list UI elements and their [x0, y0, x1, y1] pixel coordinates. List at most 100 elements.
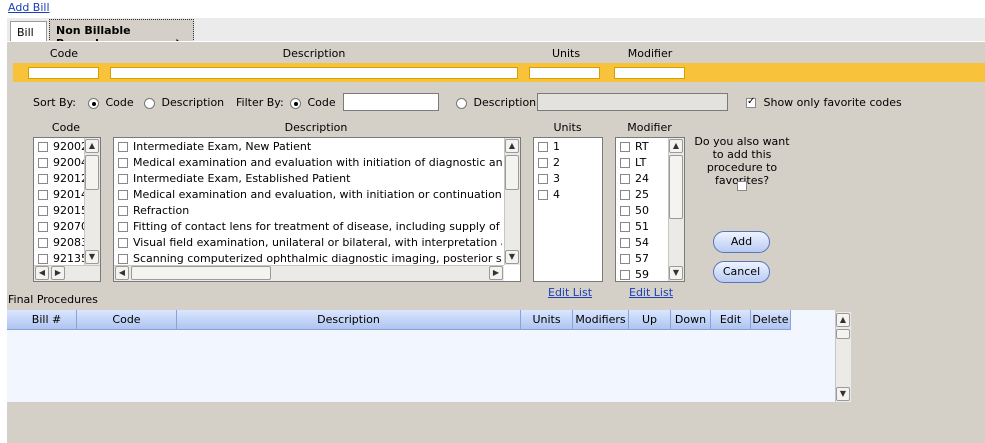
filter-description-radio[interactable]	[456, 97, 467, 109]
list-item[interactable]: 2	[534, 155, 602, 171]
scroll-thumb[interactable]	[669, 155, 683, 219]
units-listbox[interactable]: 1 2 3 4	[533, 137, 603, 282]
code-horizontal-scrollbar[interactable]: ◀ ▶	[34, 265, 100, 281]
filter-description-input[interactable]	[537, 93, 728, 111]
filter-code-radio[interactable]	[290, 97, 301, 109]
item-checkbox[interactable]	[620, 254, 630, 264]
item-checkbox[interactable]	[620, 222, 630, 232]
item-checkbox[interactable]	[118, 238, 128, 248]
sort-description-option[interactable]: Description	[144, 96, 224, 109]
filter-code-input[interactable]	[343, 93, 439, 111]
item-checkbox[interactable]	[620, 270, 630, 280]
favorite-only-option[interactable]: Show only favorite codes	[746, 96, 902, 109]
units-entry-field[interactable]	[529, 67, 600, 79]
filter-description-option[interactable]: Description	[456, 96, 536, 109]
scroll-down-icon[interactable]: ▼	[669, 266, 683, 280]
list-item[interactable]: Visual field examination, unilateral or …	[114, 235, 502, 251]
modifier-listbox[interactable]: RT LT 24 25 50 51 54 57 59 ▲ ▼	[615, 137, 685, 282]
list-item[interactable]: Refraction	[114, 203, 502, 219]
column-modifiers[interactable]: Modifiers	[573, 310, 629, 330]
scroll-thumb[interactable]	[505, 155, 519, 190]
item-checkbox[interactable]	[538, 174, 548, 184]
list-item[interactable]: 4	[534, 187, 602, 203]
list-item[interactable]: Medical examination and evaluation with …	[114, 155, 502, 171]
item-checkbox[interactable]	[38, 158, 48, 168]
column-edit[interactable]: Edit	[711, 310, 751, 330]
sort-description-radio[interactable]	[144, 97, 155, 109]
scroll-up-icon[interactable]: ▲	[836, 313, 850, 327]
item-checkbox[interactable]	[538, 158, 548, 168]
add-to-favorites-checkbox[interactable]	[737, 181, 747, 191]
scroll-right-icon[interactable]: ▶	[51, 266, 65, 280]
add-button[interactable]: Add	[713, 231, 770, 253]
scroll-down-icon[interactable]: ▼	[85, 250, 99, 264]
column-code[interactable]: Code	[77, 310, 177, 330]
column-down[interactable]: Down	[671, 310, 711, 330]
column-bill-number[interactable]: Bill #	[17, 310, 77, 330]
item-checkbox[interactable]	[118, 158, 128, 168]
item-checkbox[interactable]	[118, 190, 128, 200]
description-entry-field[interactable]	[110, 67, 518, 79]
final-procedures-grid[interactable]: Bill # Code Description Units Modifiers …	[7, 310, 851, 402]
item-checkbox[interactable]	[620, 190, 630, 200]
item-checkbox[interactable]	[538, 190, 548, 200]
list-item[interactable]: 3	[534, 171, 602, 187]
scroll-right-icon[interactable]: ▶	[489, 266, 503, 280]
item-checkbox[interactable]	[620, 174, 630, 184]
description-listbox[interactable]: Intermediate Exam, New Patient Medical e…	[113, 137, 521, 282]
column-units[interactable]: Units	[521, 310, 573, 330]
scroll-up-icon[interactable]: ▲	[85, 139, 99, 153]
code-vertical-scrollbar[interactable]: ▲ ▼	[84, 138, 100, 265]
scroll-left-icon[interactable]: ◀	[35, 266, 49, 280]
item-checkbox[interactable]	[38, 142, 48, 152]
item-checkbox[interactable]	[620, 238, 630, 248]
item-checkbox[interactable]	[118, 142, 128, 152]
scroll-down-icon[interactable]: ▼	[505, 250, 519, 264]
add-bill-link[interactable]: Add Bill	[8, 1, 50, 14]
scroll-left-icon[interactable]: ◀	[115, 266, 129, 280]
favorite-only-checkbox[interactable]	[746, 96, 756, 108]
tab-bill-1[interactable]: Bill 1	[10, 21, 47, 52]
filter-code-option[interactable]: Code	[290, 96, 336, 109]
list-item[interactable]: Intermediate Exam, Established Patient	[114, 171, 502, 187]
sort-code-radio[interactable]	[88, 97, 99, 109]
item-checkbox[interactable]	[620, 206, 630, 216]
description-vertical-scrollbar[interactable]: ▲ ▼	[504, 138, 520, 265]
item-checkbox[interactable]	[38, 254, 48, 264]
column-up[interactable]: Up	[629, 310, 671, 330]
scroll-thumb[interactable]	[836, 329, 850, 339]
tab-non-billable-procedures[interactable]: Non Billable Procedures	[49, 19, 194, 50]
description-horizontal-scrollbar[interactable]: ◀ ▶	[114, 265, 504, 281]
item-checkbox[interactable]	[118, 222, 128, 232]
modifier-vertical-scrollbar[interactable]: ▲ ▼	[668, 138, 684, 281]
item-checkbox[interactable]	[538, 142, 548, 152]
item-checkbox[interactable]	[38, 174, 48, 184]
item-checkbox[interactable]	[118, 174, 128, 184]
column-description[interactable]: Description	[177, 310, 521, 330]
item-checkbox[interactable]	[38, 190, 48, 200]
units-edit-list-link[interactable]: Edit List	[548, 286, 592, 299]
code-listbox[interactable]: 92002 92004 92012 92014 92015 92070 9208…	[33, 137, 101, 282]
list-item[interactable]: Intermediate Exam, New Patient	[114, 139, 502, 155]
item-checkbox[interactable]	[620, 158, 630, 168]
list-item[interactable]: Medical examination and evaluation, with…	[114, 187, 502, 203]
item-checkbox[interactable]	[38, 238, 48, 248]
item-checkbox[interactable]	[118, 254, 128, 264]
item-checkbox[interactable]	[38, 222, 48, 232]
column-delete[interactable]: Delete	[751, 310, 791, 330]
item-checkbox[interactable]	[38, 206, 48, 216]
grid-vertical-scrollbar[interactable]: ▲ ▼	[835, 312, 851, 402]
scroll-up-icon[interactable]: ▲	[669, 139, 683, 153]
scroll-down-icon[interactable]: ▼	[836, 387, 850, 401]
list-item[interactable]: Fitting of contact lens for treatment of…	[114, 219, 502, 235]
scroll-thumb[interactable]	[85, 155, 99, 190]
scroll-up-icon[interactable]: ▲	[505, 139, 519, 153]
cancel-button[interactable]: Cancel	[713, 261, 770, 283]
modifier-edit-list-link[interactable]: Edit List	[629, 286, 673, 299]
code-entry-field[interactable]	[28, 67, 99, 79]
modifier-entry-field[interactable]	[614, 67, 685, 79]
item-checkbox[interactable]	[118, 206, 128, 216]
list-item[interactable]: 1	[534, 139, 602, 155]
sort-code-option[interactable]: Code	[88, 96, 134, 109]
scroll-thumb[interactable]	[131, 266, 271, 280]
